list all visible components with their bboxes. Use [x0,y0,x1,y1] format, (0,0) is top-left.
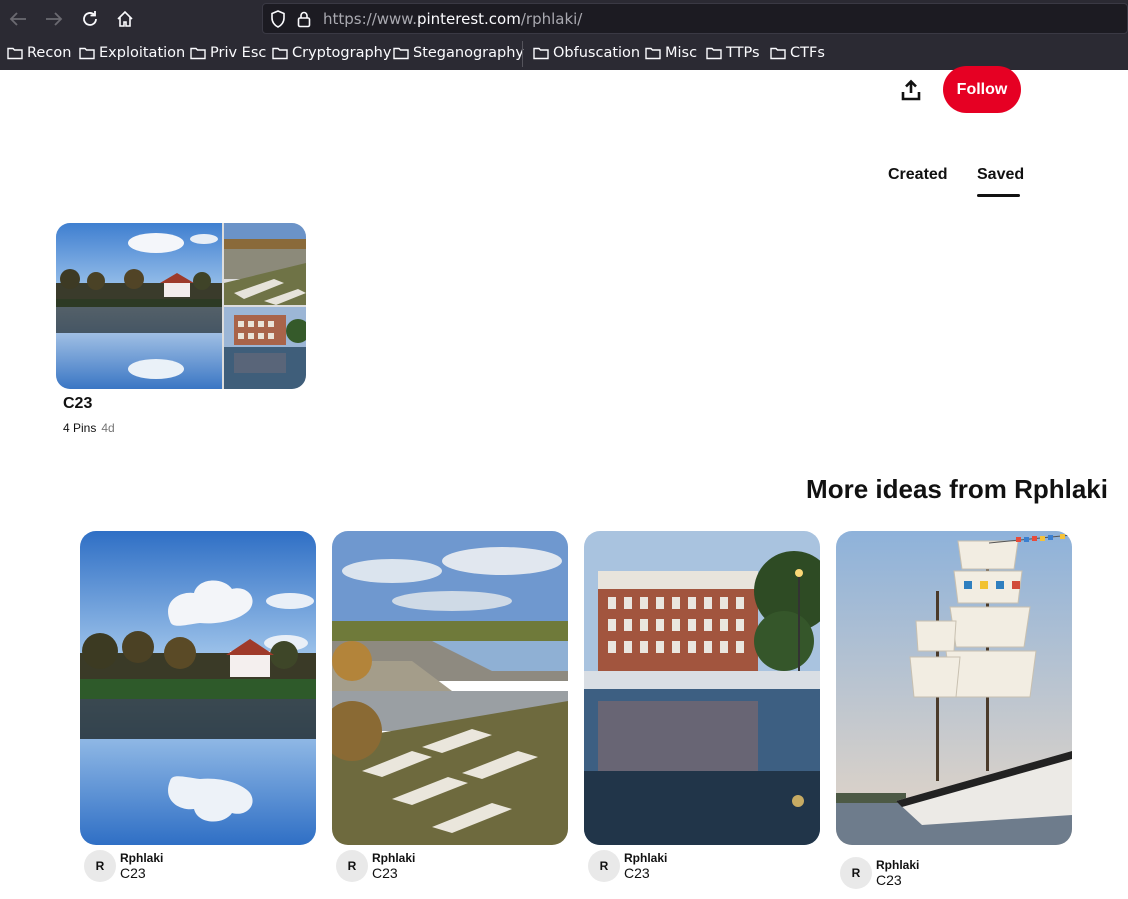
reload-icon[interactable] [77,7,103,31]
folder-icon [272,47,288,60]
pin-card[interactable] [584,531,820,845]
follow-button[interactable]: Follow [943,66,1021,113]
bookmark-label: Obfuscation [553,45,641,61]
pin-card[interactable] [80,531,316,845]
url-path: /rphlaki/ [520,10,583,28]
browser-toolbar: https://www.pinterest.com/rphlaki/ Recon… [0,0,1128,70]
board-cover-thumb-1 [224,223,306,305]
pin-card[interactable] [836,531,1072,845]
folder-icon [533,47,549,60]
bookmark-label: Cryptography [292,45,392,61]
pin-meta: R Rphlaki C23 [840,857,919,889]
pin-meta: R Rphlaki C23 [84,850,163,882]
bookmark-cryptography[interactable]: Cryptography [272,45,391,61]
board-title[interactable]: C23 [63,395,92,413]
pin-image [836,531,1072,845]
pin-author[interactable]: Rphlaki [120,851,163,865]
bookmark-label: Recon [27,45,72,61]
folder-icon [645,47,661,60]
pin-meta: R Rphlaki C23 [588,850,667,882]
pin-image [332,531,568,845]
active-tab-indicator [977,194,1020,197]
folder-icon [7,47,23,60]
avatar[interactable]: R [84,850,116,882]
bookmark-ctfs[interactable]: CTFs [770,45,825,61]
url-host: pinterest.com [416,10,521,28]
avatar[interactable]: R [840,857,872,889]
folder-icon [393,47,409,60]
avatar[interactable]: R [336,850,368,882]
board-cover-thumb-2 [224,307,306,389]
tab-created[interactable]: Created [888,166,948,184]
pin-board[interactable]: C23 [120,865,163,881]
pin-board[interactable]: C23 [876,872,919,888]
board-pin-count: 4 Pins [63,421,97,435]
bookmark-obfuscation[interactable]: Obfuscation [533,45,640,61]
pin-card[interactable] [332,531,568,845]
bookmark-misc[interactable]: Misc [645,45,697,61]
board-cover[interactable] [56,223,306,389]
shield-icon[interactable] [270,10,286,33]
url-text[interactable]: https://www.pinterest.com/rphlaki/ [323,10,582,28]
share-icon [901,79,921,101]
bookmark-label: CTFs [790,45,825,61]
pin-meta: R Rphlaki C23 [336,850,415,882]
pin-image [584,531,820,845]
bookmark-steganography[interactable]: Steganography [393,45,524,61]
folder-icon [190,47,206,60]
forward-arrow-icon[interactable] [41,7,67,31]
back-arrow-icon[interactable] [5,7,31,31]
board-age: 4d [101,421,115,435]
bookmarks-bar: Recon Exploitation Priv Esc Cryptography Ste… [0,38,1128,70]
bookmark-label: Priv Esc [210,45,267,61]
pin-image [80,531,316,845]
avatar[interactable]: R [588,850,620,882]
bookmark-label: Exploitation [99,45,186,61]
bookmark-label: Misc [665,45,698,61]
bookmark-priv-esc[interactable]: Priv Esc [190,45,266,61]
bookmark-ttps[interactable]: TTPs [706,45,760,61]
url-prefix: https://www. [323,10,417,28]
board-cover-main-image [56,223,222,389]
pin-author[interactable]: Rphlaki [372,851,415,865]
board-meta: 4 Pins 4d [63,421,115,435]
folder-icon [770,47,786,60]
address-bar[interactable]: https://www.pinterest.com/rphlaki/ [262,3,1128,34]
folder-icon [79,47,95,60]
bookmark-recon[interactable]: Recon [7,45,71,61]
bookmark-label: Steganography [413,45,524,61]
more-ideas-heading: More ideas from Rphlaki [806,474,1108,504]
pin-board[interactable]: C23 [372,865,415,881]
pin-author[interactable]: Rphlaki [624,851,667,865]
bookmark-exploitation[interactable]: Exploitation [79,45,185,61]
pin-board[interactable]: C23 [624,865,667,881]
folder-icon [706,47,722,60]
tab-saved[interactable]: Saved [977,166,1024,184]
bookmarks-separator [522,41,523,67]
pin-author[interactable]: Rphlaki [876,858,919,872]
lock-icon[interactable] [297,10,311,33]
home-icon[interactable] [112,7,138,31]
bookmark-label: TTPs [726,45,760,61]
share-button[interactable] [895,74,927,106]
